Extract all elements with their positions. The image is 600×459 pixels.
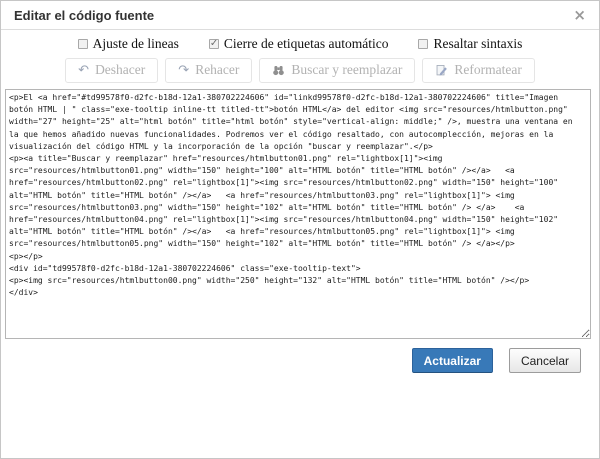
redo-button[interactable]: ↷ Rehacer (165, 58, 252, 83)
option-syntax-highlight[interactable]: Resaltar sintaxis (418, 36, 522, 52)
binoculars-icon (272, 64, 285, 77)
reformat-icon (435, 64, 448, 77)
checkbox-syntax-highlight[interactable] (418, 39, 428, 49)
edit-source-dialog: Editar el código fuente × Ajuste de line… (0, 0, 600, 459)
cancel-button[interactable]: Cancelar (509, 348, 581, 373)
option-line-wrap[interactable]: Ajuste de lineas (78, 36, 179, 52)
option-label: Resaltar sintaxis (433, 36, 522, 52)
dialog-header: Editar el código fuente × (1, 1, 599, 30)
undo-button[interactable]: ↶ Deshacer (65, 58, 158, 83)
checkbox-line-wrap[interactable] (78, 39, 88, 49)
search-replace-label: Buscar y reemplazar (291, 62, 402, 78)
option-label: Ajuste de lineas (93, 36, 179, 52)
options-row: Ajuste de lineas Cierre de etiquetas aut… (1, 36, 599, 52)
checkbox-auto-close-tags[interactable] (209, 39, 219, 49)
dialog-footer: Actualizar Cancelar (1, 348, 581, 373)
option-auto-close-tags[interactable]: Cierre de etiquetas automático (209, 36, 389, 52)
option-label: Cierre de etiquetas automático (224, 36, 389, 52)
update-button[interactable]: Actualizar (412, 348, 493, 373)
dialog-title: Editar el código fuente (14, 8, 154, 23)
redo-icon: ↷ (178, 64, 189, 77)
editor-toolbar: ↶ Deshacer ↷ Rehacer Buscar y reemplazar (1, 57, 599, 83)
undo-icon: ↶ (78, 64, 89, 77)
source-code-textarea[interactable]: <p>El <a href="#td99578f0-d2fc-b18d-12a1… (5, 89, 591, 339)
reformat-button[interactable]: Reformatear (422, 58, 534, 83)
close-icon[interactable]: × (573, 8, 586, 23)
redo-label: Rehacer (195, 62, 239, 78)
undo-label: Deshacer (95, 62, 145, 78)
reformat-label: Reformatear (454, 62, 521, 78)
search-replace-button[interactable]: Buscar y reemplazar (259, 58, 415, 83)
